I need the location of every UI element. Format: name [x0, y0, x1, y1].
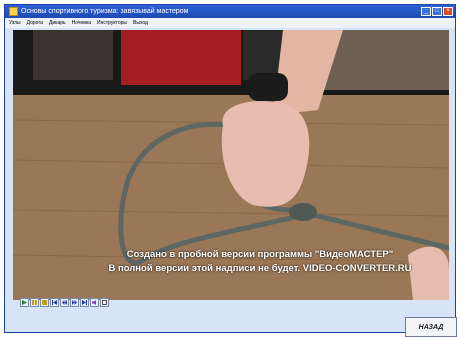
app-window: Основы спортивного туризма: завязывай ма…: [4, 4, 457, 337]
back-button[interactable]: НАЗАД: [405, 317, 457, 337]
skip-start-icon[interactable]: [50, 298, 59, 307]
playback-controls: [20, 298, 109, 307]
skip-end-icon[interactable]: [80, 298, 89, 307]
forward-icon[interactable]: [70, 298, 79, 307]
maximize-button[interactable]: □: [432, 7, 442, 16]
window-title: Основы спортивного туризма: завязывай ма…: [21, 8, 189, 15]
stop-icon[interactable]: [40, 298, 49, 307]
menu-wild[interactable]: Дикарь: [49, 18, 66, 28]
menu-road[interactable]: Дорога: [27, 18, 43, 28]
menu-instructors[interactable]: Инструкторы: [97, 18, 127, 28]
play-icon[interactable]: [20, 298, 29, 307]
close-button[interactable]: ×: [443, 7, 453, 16]
app-icon: [9, 7, 18, 16]
menu-exit[interactable]: Выход: [133, 18, 148, 28]
volume-icon[interactable]: [90, 298, 99, 307]
minimize-button[interactable]: _: [421, 7, 431, 16]
rewind-icon[interactable]: [60, 298, 69, 307]
menu-overnight[interactable]: Ночевка: [72, 18, 91, 28]
menu-bar: Узлы Дорога Дикарь Ночевка Инструкторы В…: [5, 18, 455, 28]
title-bar: Основы спортивного туризма: завязывай ма…: [5, 5, 455, 18]
menu-knots[interactable]: Узлы: [9, 18, 21, 28]
watermark-line-2: В полной версии этой надписи не будет. V…: [108, 263, 412, 274]
fullscreen-icon[interactable]: [100, 298, 109, 307]
pause-icon[interactable]: [30, 298, 39, 307]
watermark-text: Создано в пробной версии программы "Виде…: [85, 248, 435, 276]
watermark-line-1: Создано в пробной версии программы "Виде…: [126, 249, 394, 260]
